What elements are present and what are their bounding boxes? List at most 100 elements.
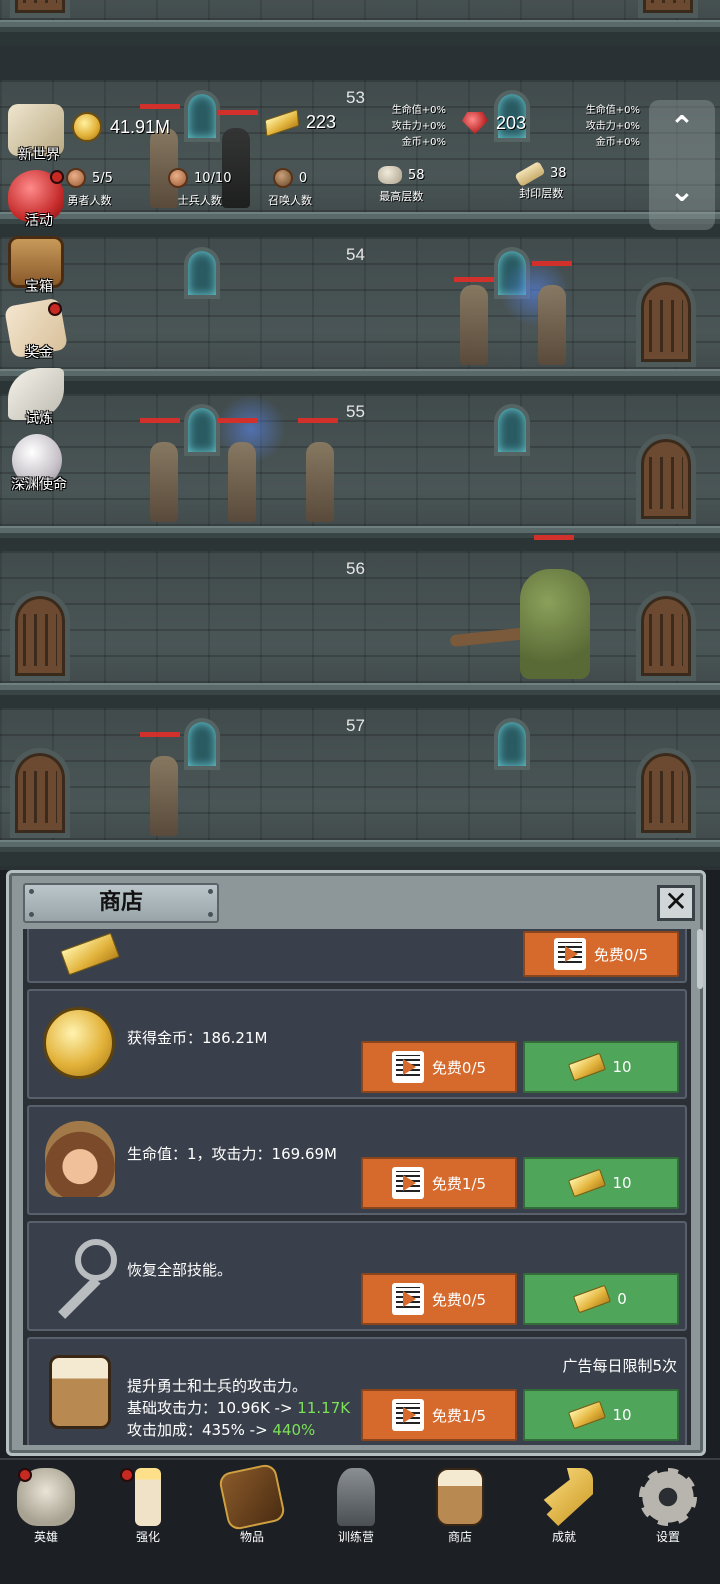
buy-with-gold-bar-button[interactable]: 10 [523, 1041, 679, 1093]
gold-coin-icon [72, 112, 102, 142]
video-icon [391, 1167, 424, 1199]
buy-with-gold-bar-button[interactable]: 10 [523, 1157, 679, 1209]
window [494, 718, 530, 770]
stat-value: 38 [550, 166, 567, 181]
item-description: 恢复全部技能。 [127, 1261, 233, 1279]
key-icon [39, 1235, 119, 1315]
shop-title: 商店 [98, 890, 143, 915]
shop-panel: 商店 ✕ 免费0/5 获得金币：186.21M 免费0/5 10 生命值：1，攻… [6, 870, 706, 1456]
enemy-hp-bar [532, 261, 572, 266]
shop-item-gold: 获得金币：186.21M 免费0/5 10 [27, 989, 687, 1099]
skeleton-mage-enemy[interactable] [538, 285, 566, 365]
hero-count-stat: 5/5 勇者人数 [66, 168, 113, 208]
base-attack-label: 基础攻击力：10.96K -> [127, 1399, 298, 1417]
side-menu-trial[interactable]: 试炼 [2, 368, 72, 434]
shop-item-hero: 生命值：1，攻击力：169.69M 免费1/5 10 [27, 1105, 687, 1215]
ogre-enemy[interactable] [520, 569, 590, 679]
door [636, 277, 696, 367]
free-ad-button[interactable]: 免费0/5 [523, 931, 679, 977]
door [10, 748, 70, 838]
price-label: 10 [612, 1406, 632, 1424]
item-description: 生命值：1，攻击力：169.69M [127, 1145, 337, 1163]
notification-dot [50, 170, 64, 184]
free-ad-button[interactable]: 免费1/5 [361, 1157, 517, 1209]
button-label: 免费0/5 [431, 1058, 487, 1077]
stat-label: 封印层数 [519, 187, 564, 200]
gold-bar-icon [568, 1168, 607, 1198]
floor-55: 55 [0, 394, 720, 552]
stat-label: 最高层数 [379, 190, 424, 203]
shop-item-skill-reset: 恢复全部技能。 免费0/5 0 [27, 1221, 687, 1331]
stat-value: 58 [408, 167, 425, 183]
bonus-hp: 生命值+0% [391, 105, 446, 116]
ruby-icon [462, 112, 488, 134]
beer-mug-icon [39, 1351, 119, 1431]
max-floor-stat: 58 最高层数 [378, 166, 425, 204]
side-menu-chest[interactable]: 宝箱 [2, 236, 72, 302]
shop-scrollbar[interactable] [697, 929, 703, 989]
floor-number: 56 [346, 559, 365, 578]
floor-56: 56 [0, 535, 720, 709]
summon-count-stat: 0 召唤人数 [268, 168, 312, 208]
button-label: 免费0/5 [593, 945, 649, 964]
stat-value: 5/5 [92, 170, 113, 186]
gold-counter: 41.91M [72, 112, 170, 142]
nav-achievement[interactable]: 成就 [524, 1468, 604, 1552]
gold-bar-bonus: 生命值+0% 攻击力+0% 金币+0% [380, 103, 446, 151]
shop-item-list[interactable]: 免费0/5 获得金币：186.21M 免费0/5 10 生命值：1，攻击力：16… [23, 929, 691, 1445]
side-menu-bonus[interactable]: 奖金 [2, 297, 72, 368]
stat-label: 召唤人数 [268, 194, 312, 207]
side-menu-event[interactable]: 活动 [2, 170, 72, 236]
key-icon [543, 1468, 593, 1526]
nav-label: 商店 [447, 1530, 472, 1544]
side-menu-abyss-mission[interactable]: 深渊使命 [2, 434, 72, 500]
button-label: 免费0/5 [431, 1290, 487, 1309]
nav-upgrade[interactable]: 强化 [108, 1468, 188, 1552]
ogre-club [449, 626, 531, 648]
scroll-up-button[interactable]: ⌃ [649, 110, 715, 145]
nav-label: 强化 [135, 1530, 160, 1544]
buy-with-gold-bar-button[interactable]: 10 [523, 1389, 679, 1441]
nav-label: 物品 [239, 1530, 264, 1544]
gold-bar-counter: 223 [264, 108, 336, 137]
skeleton-warrior-enemy[interactable] [150, 442, 178, 522]
enemy-hp-bar [534, 535, 574, 540]
window [184, 404, 220, 456]
free-ad-button[interactable]: 免费0/5 [361, 1273, 517, 1325]
enemy-hp-bar [140, 732, 180, 737]
nav-hero[interactable]: 英雄 [6, 1468, 86, 1552]
door [10, 0, 70, 18]
zombie-enemy[interactable] [460, 285, 488, 365]
nav-items[interactable]: 物品 [212, 1462, 292, 1552]
gold-bar-icon [60, 932, 120, 976]
attack-bonus-label: 攻击加成：435% -> [127, 1421, 273, 1439]
close-button[interactable]: ✕ [657, 885, 695, 921]
lantern-icon [337, 1468, 375, 1526]
hero-portrait-icon [39, 1119, 119, 1199]
skeleton-archer-enemy[interactable] [150, 756, 178, 836]
nav-label: 英雄 [33, 1530, 58, 1544]
gear-icon [639, 1468, 697, 1526]
side-menu-label: 试炼 [25, 411, 53, 427]
nav-training-camp[interactable]: 训练营 [316, 1468, 396, 1552]
window [494, 404, 530, 456]
skeleton-archer-enemy[interactable] [306, 442, 334, 522]
door [10, 591, 70, 681]
side-menu-label: 新世界 [18, 147, 60, 163]
soldier-head-icon [168, 168, 188, 188]
gold-value: 41.91M [110, 116, 171, 137]
button-label: 免费1/5 [431, 1174, 487, 1193]
gold-bar-icon [573, 1284, 612, 1314]
free-ad-button[interactable]: 免费0/5 [361, 1041, 517, 1093]
video-icon [553, 938, 586, 970]
side-menu-new-world[interactable]: 新世界 [2, 104, 72, 170]
price-label: 10 [612, 1174, 632, 1192]
buy-with-gold-bar-button[interactable]: 0 [523, 1273, 679, 1325]
window [184, 718, 220, 770]
nav-settings[interactable]: 设置 [628, 1468, 708, 1552]
nav-label: 成就 [551, 1530, 576, 1544]
nav-shop[interactable]: 商店 [420, 1468, 500, 1552]
skeleton-mage-enemy[interactable] [228, 442, 256, 522]
free-ad-button[interactable]: 免费1/5 [361, 1389, 517, 1441]
scroll-down-button[interactable]: ⌄ [649, 174, 715, 209]
